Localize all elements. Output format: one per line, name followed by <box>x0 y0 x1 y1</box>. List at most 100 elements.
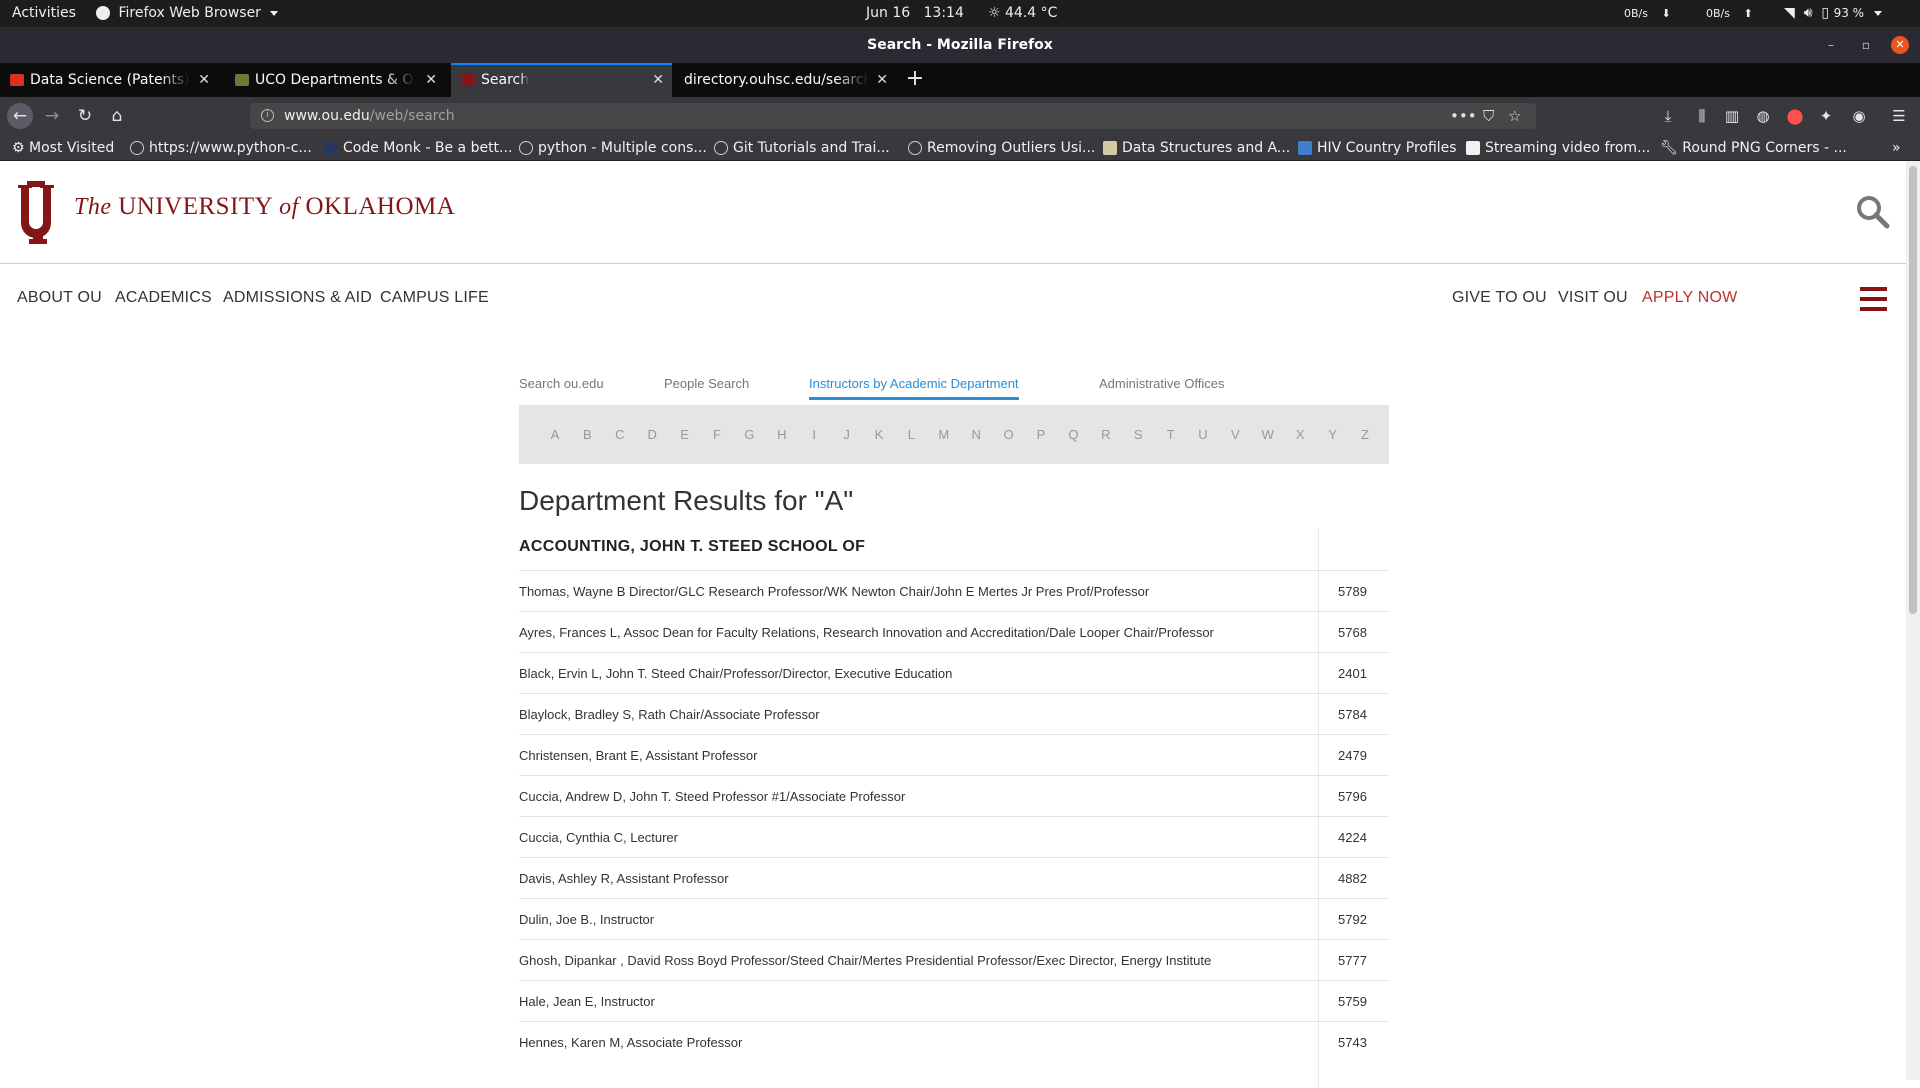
nav-campus-life[interactable]: CAMPUS LIFE <box>380 289 489 307</box>
page-actions-icon[interactable]: ••• <box>1450 103 1477 129</box>
table-row: Hale, Jean E, Instructor 5759 <box>519 980 1389 1021</box>
downloads-icon[interactable]: ⤓ <box>1657 103 1679 129</box>
letter-filter-k[interactable]: K <box>869 405 889 464</box>
letter-filter-n[interactable]: N <box>966 405 986 464</box>
library-icon[interactable]: ⫼ <box>1691 103 1713 129</box>
tab-people-search[interactable]: People Search <box>664 376 749 397</box>
tab-administrative-offices[interactable]: Administrative Offices <box>1099 376 1224 397</box>
app-menu[interactable]: Firefox Web Browser <box>96 0 279 27</box>
globe-icon[interactable]: ◍ <box>1752 103 1774 129</box>
home-button[interactable]: ⌂ <box>104 103 130 129</box>
bookmarks-overflow-icon[interactable]: » <box>1892 135 1901 161</box>
tab-data-science[interactable]: Data Science (Patents) In ✕ <box>0 63 218 97</box>
close-tab-icon[interactable]: ✕ <box>876 63 888 97</box>
table-row: Cuccia, Cynthia C, Lecturer 4224 <box>519 816 1389 857</box>
bookmark-item[interactable]: Removing Outliers Usi... <box>908 135 1095 161</box>
site-menu-icon[interactable] <box>1860 287 1887 312</box>
back-button[interactable]: ← <box>7 103 33 129</box>
account-icon[interactable]: ◉ <box>1848 103 1870 129</box>
letter-filter-m[interactable]: M <box>934 405 954 464</box>
letter-filter-x[interactable]: X <box>1290 405 1310 464</box>
instructor-name-title: Ghosh, Dipankar , David Ross Boyd Profes… <box>519 953 1212 968</box>
letter-filter-z[interactable]: Z <box>1355 405 1375 464</box>
letter-filter-a[interactable]: A <box>545 405 565 464</box>
wordmark-state: OKLAHOMA <box>305 193 456 220</box>
clock[interactable]: Jun 16 13:14 <box>866 0 964 27</box>
extension-badge-icon[interactable]: ⬤ <box>1784 103 1806 129</box>
bookmark-item[interactable]: HIV Country Profiles <box>1298 135 1457 161</box>
hamburger-menu-icon[interactable]: ☰ <box>1888 103 1910 129</box>
letter-filter-j[interactable]: J <box>837 405 857 464</box>
minimize-button[interactable]: – <box>1822 36 1840 54</box>
net-up-indicator[interactable]: 0B/s ⬆ <box>1706 0 1753 27</box>
letter-filter-i[interactable]: I <box>804 405 824 464</box>
bookmark-most-visited[interactable]: ⚙ Most Visited <box>12 135 114 161</box>
maximize-button[interactable]: ▫ <box>1857 36 1875 54</box>
net-down-indicator[interactable]: 0B/s ⬇ <box>1624 0 1671 27</box>
letter-filter-b[interactable]: B <box>577 405 597 464</box>
letter-filter-u[interactable]: U <box>1193 405 1213 464</box>
letter-filter-g[interactable]: G <box>739 405 759 464</box>
letter-filter-p[interactable]: P <box>1031 405 1051 464</box>
bookmark-item[interactable]: Code Monk - Be a bett... <box>324 135 512 161</box>
alphabet-filter: ABCDEFGHIJKLMNOPQRSTUVWXYZ <box>519 405 1389 464</box>
letter-filter-l[interactable]: L <box>901 405 921 464</box>
new-tab-button[interactable]: + <box>903 63 927 97</box>
tab-instructors-by-department[interactable]: Instructors by Academic Department <box>809 376 1019 400</box>
close-tab-icon[interactable]: ✕ <box>652 65 664 95</box>
tab-search-ou-edu[interactable]: Search ou.edu <box>519 376 604 397</box>
extension-icon[interactable]: ✦ <box>1815 103 1837 129</box>
letter-filter-d[interactable]: D <box>642 405 662 464</box>
globe-icon <box>908 141 922 155</box>
close-tab-icon[interactable]: ✕ <box>198 63 210 97</box>
bookmark-item[interactable]: Git Tutorials and Trai... <box>714 135 890 161</box>
bookmark-item[interactable]: Data Structures and A... <box>1103 135 1290 161</box>
reload-button[interactable]: ↻ <box>72 103 98 129</box>
letter-filter-t[interactable]: T <box>1161 405 1181 464</box>
forward-button[interactable]: → <box>39 103 65 129</box>
bookmark-item[interactable]: 🔧︎ Round PNG Corners - ... <box>1660 135 1847 161</box>
letter-filter-y[interactable]: Y <box>1323 405 1343 464</box>
letter-filter-w[interactable]: W <box>1258 405 1278 464</box>
sidebar-icon[interactable]: ▥ <box>1721 103 1743 129</box>
letter-filter-o[interactable]: O <box>999 405 1019 464</box>
nav-academics[interactable]: ACADEMICS <box>115 289 212 307</box>
bookmark-item[interactable]: python - Multiple cons... <box>519 135 707 161</box>
bookmark-star-icon[interactable]: ☆ <box>1508 103 1521 129</box>
system-status-menu[interactable]: ◥ 🔊︎ ▯ 93 % <box>1784 0 1882 27</box>
letter-filter-v[interactable]: V <box>1225 405 1245 464</box>
site-info-icon[interactable]: i <box>261 109 274 122</box>
nav-admissions-aid[interactable]: ADMISSIONS & AID <box>223 289 372 307</box>
ou-favicon-icon <box>461 74 475 86</box>
nav-visit-ou[interactable]: VISIT OU <box>1558 289 1628 307</box>
tab-uco-departments[interactable]: UCO Departments & Offi ✕ <box>225 63 445 97</box>
close-window-button[interactable]: ✕ <box>1891 36 1909 54</box>
nav-apply-now[interactable]: APPLY NOW <box>1642 289 1737 307</box>
letter-filter-q[interactable]: Q <box>1063 405 1083 464</box>
pocket-icon[interactable]: ⛉ <box>1483 103 1494 129</box>
nav-give-to-ou[interactable]: GIVE TO OU <box>1452 289 1547 307</box>
scrollbar-thumb[interactable] <box>1909 166 1917 614</box>
bookmark-item[interactable]: Streaming video from... <box>1466 135 1650 161</box>
phone-extension: 2401 <box>1338 666 1367 681</box>
bookmark-label: Most Visited <box>29 140 115 156</box>
activities-button[interactable]: Activities <box>12 0 76 27</box>
ou-logo-icon[interactable] <box>14 179 66 245</box>
tab-search[interactable]: Search ✕ <box>451 63 672 97</box>
table-row: Blaylock, Bradley S, Rath Chair/Associat… <box>519 693 1389 734</box>
close-tab-icon[interactable]: ✕ <box>425 63 437 97</box>
tab-directory-ouhsc[interactable]: directory.ouhsc.edu/search ✕ <box>674 63 896 97</box>
letter-filter-c[interactable]: C <box>610 405 630 464</box>
letter-filter-s[interactable]: S <box>1128 405 1148 464</box>
nav-about-ou[interactable]: ABOUT OU <box>17 289 102 307</box>
address-bar[interactable]: i www.ou.edu/web/search ••• ⛉ ☆ <box>250 103 1536 129</box>
letter-filter-e[interactable]: E <box>675 405 695 464</box>
temperature-indicator[interactable]: ☼ 44.4 °C <box>988 0 1057 27</box>
search-icon[interactable] <box>1856 195 1890 229</box>
bookmark-item[interactable]: https://www.python-c... <box>130 135 312 161</box>
letter-filter-h[interactable]: H <box>772 405 792 464</box>
letter-filter-f[interactable]: F <box>707 405 727 464</box>
university-wordmark[interactable]: The UNIVERSITY of OKLAHOMA <box>74 193 455 221</box>
upload-arrow-icon: ⬆ <box>1743 7 1753 20</box>
letter-filter-r[interactable]: R <box>1096 405 1116 464</box>
